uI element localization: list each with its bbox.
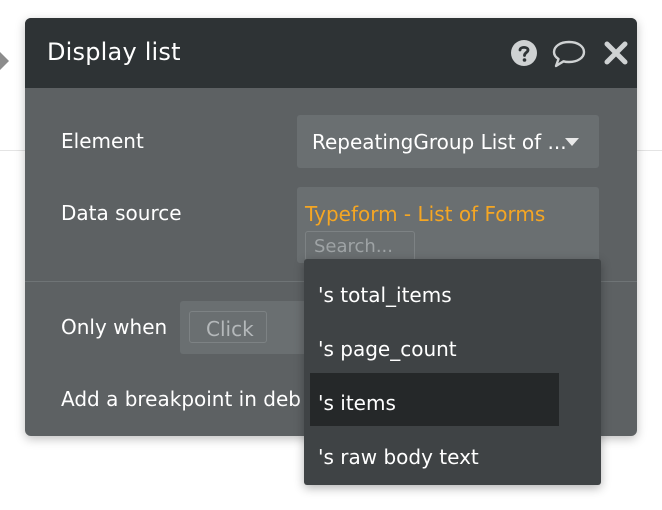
click-button-label: Click (206, 317, 254, 341)
only-when-click-button[interactable]: Click (189, 311, 267, 343)
dropdown-item-page-count[interactable]: 's page_count (310, 319, 559, 372)
dialog-header: Display list (25, 18, 637, 88)
dialog-title: Display list (47, 38, 181, 66)
breakpoint-label: Add a breakpoint in deb (61, 387, 301, 411)
data-source-field[interactable]: Typeform - List of Forms (297, 187, 599, 263)
data-source-label: Data source (61, 201, 182, 225)
element-dropdown-value: RepeatingGroup List of ... (312, 130, 567, 154)
dropdown-item-total-items[interactable]: 's total_items (310, 265, 559, 318)
data-source-search-input[interactable] (305, 231, 415, 261)
dropdown-item-label: 's items (318, 391, 396, 415)
chevron-down-icon (565, 138, 579, 146)
dropdown-item-raw-body-text[interactable]: 's raw body text (310, 427, 559, 480)
dropdown-item-label: 's page_count (318, 337, 457, 361)
element-label: Element (61, 129, 144, 153)
help-icon[interactable] (510, 39, 538, 71)
data-source-suggestions-dropdown: 's total_items 's page_count 's items 's… (304, 259, 601, 485)
element-dropdown[interactable]: RepeatingGroup List of ... (297, 115, 599, 168)
chat-icon[interactable] (552, 39, 586, 73)
data-source-value[interactable]: Typeform - List of Forms (305, 202, 545, 226)
dropdown-item-items[interactable]: 's items (310, 373, 559, 426)
collapse-arrow-icon (0, 52, 9, 70)
only-when-label: Only when (61, 315, 168, 339)
only-when-field[interactable]: Click (180, 301, 320, 354)
dropdown-item-label: 's raw body text (318, 445, 479, 469)
close-icon[interactable] (603, 39, 629, 71)
dropdown-item-label: 's total_items (318, 283, 452, 307)
